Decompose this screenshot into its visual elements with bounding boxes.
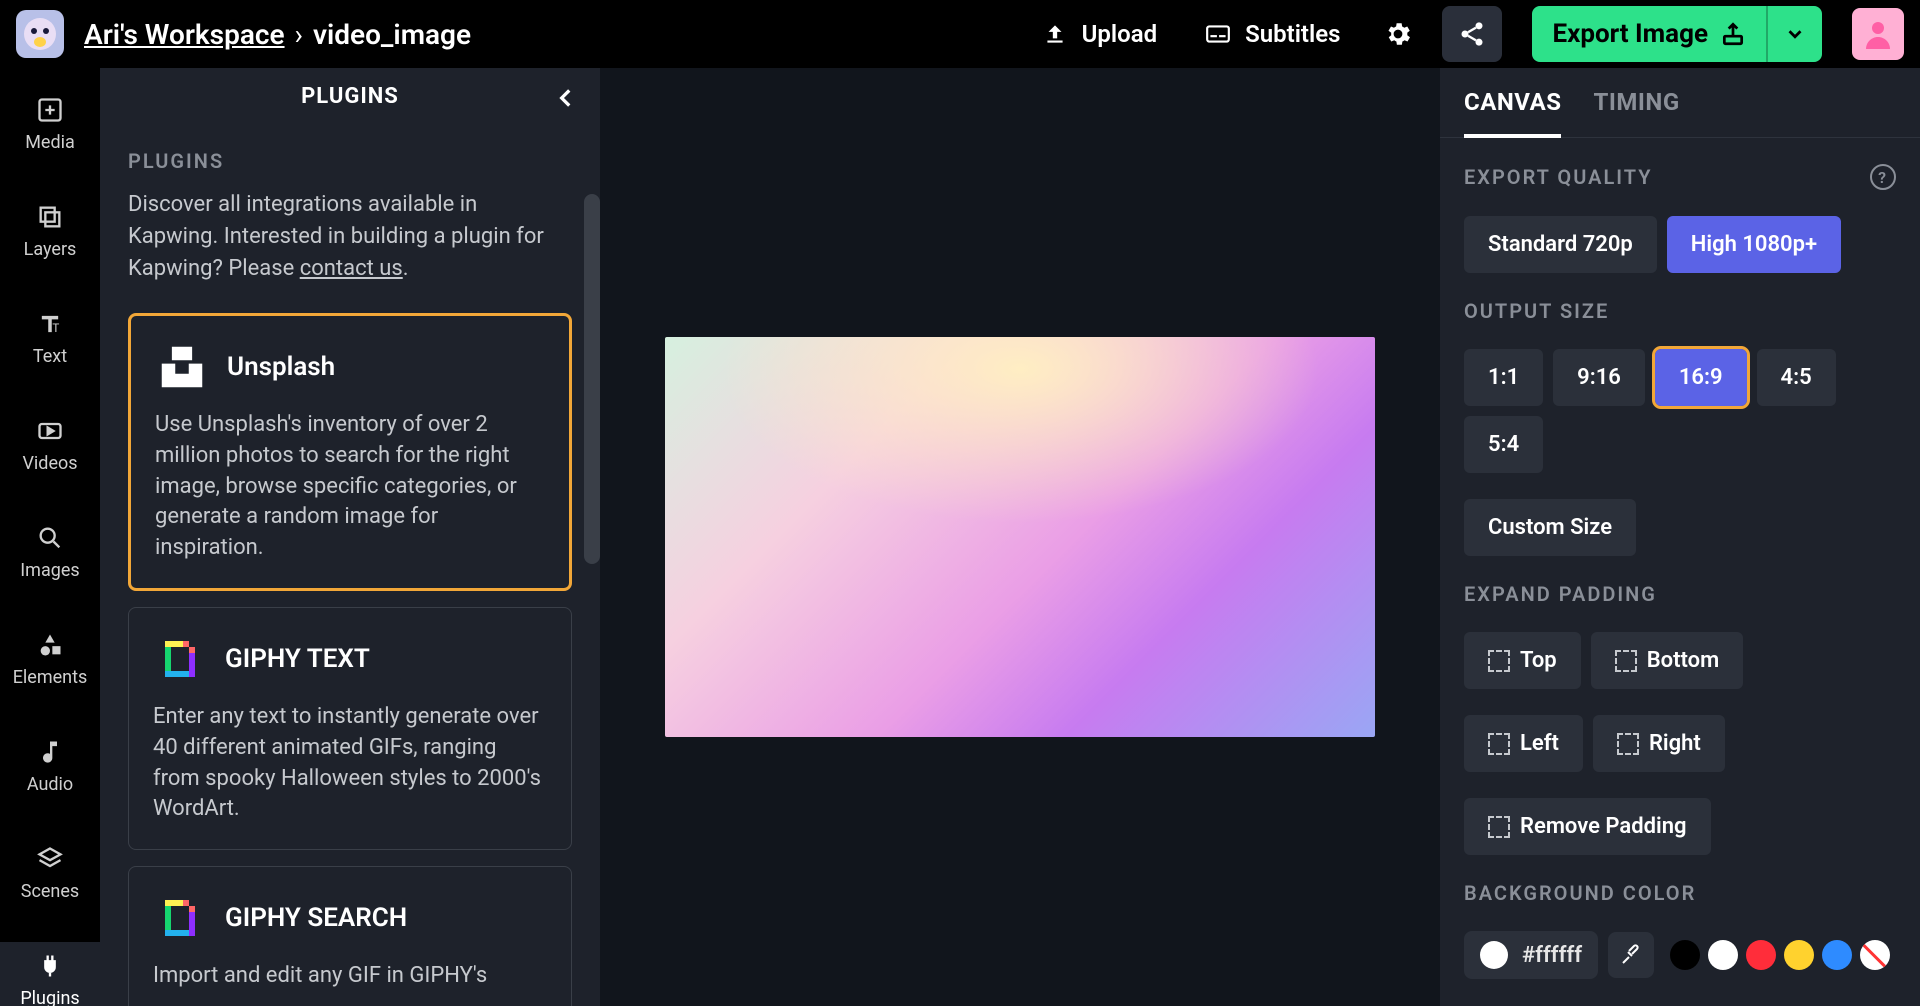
plugin-card-unsplash[interactable]: Unsplash Use Unsplash's inventory of ove… — [128, 313, 572, 591]
background-color-title: BACKGROUND COLOR — [1464, 881, 1896, 905]
plus-box-icon — [36, 96, 64, 124]
nav-plugins[interactable]: Plugins — [0, 942, 100, 1006]
plugin-card-giphy-search[interactable]: GIPHY SEARCH Import and edit any GIF in … — [128, 866, 572, 1006]
stack-icon — [36, 845, 64, 873]
tab-timing[interactable]: TIMING — [1593, 88, 1679, 137]
nav-layers[interactable]: Layers — [0, 193, 100, 270]
nav-images[interactable]: Images — [0, 514, 100, 591]
background-color-chip[interactable]: #ffffff — [1464, 931, 1598, 979]
plugin-name: GIPHY TEXT — [225, 644, 370, 674]
person-icon — [1860, 16, 1896, 52]
swatch-black[interactable] — [1670, 940, 1700, 970]
workspace-link[interactable]: Ari's Workspace — [84, 18, 285, 51]
custom-size-button[interactable]: Custom Size — [1464, 499, 1636, 556]
plugins-panel: PLUGINS PLUGINS Discover all integration… — [100, 68, 600, 1006]
layers-icon — [36, 203, 64, 231]
quality-standard[interactable]: Standard 720p — [1464, 216, 1657, 273]
export-dropdown[interactable] — [1766, 6, 1822, 62]
dashed-box-icon — [1615, 650, 1637, 672]
swatch-transparent[interactable] — [1860, 940, 1890, 970]
giphy-icon — [153, 632, 207, 686]
export-button[interactable]: Export Image — [1532, 6, 1766, 62]
remove-padding[interactable]: Remove Padding — [1464, 798, 1711, 855]
plug-icon — [36, 952, 64, 980]
music-note-icon — [36, 738, 64, 766]
giphy-icon — [153, 891, 207, 945]
dashed-box-icon — [1488, 733, 1510, 755]
panel-scrollbar[interactable] — [584, 194, 600, 564]
help-icon[interactable]: ? — [1870, 164, 1896, 190]
chevron-left-icon — [553, 85, 579, 111]
user-avatar[interactable] — [1852, 8, 1904, 60]
swatch-blue[interactable] — [1822, 940, 1852, 970]
expand-padding-title: EXPAND PADDING — [1464, 582, 1896, 606]
swatch-yellow[interactable] — [1784, 940, 1814, 970]
padding-top[interactable]: Top — [1464, 632, 1581, 689]
app-avatar — [16, 10, 64, 58]
top-header: Ari's Workspace › video_image Upload Sub… — [0, 0, 1920, 68]
output-size-title: OUTPUT SIZE — [1464, 299, 1896, 323]
dashed-box-icon — [1488, 650, 1510, 672]
canvas[interactable] — [665, 337, 1375, 737]
nav-scenes[interactable]: Scenes — [0, 835, 100, 912]
swatch-white[interactable] — [1708, 940, 1738, 970]
settings-button[interactable] — [1374, 10, 1422, 58]
video-icon — [36, 417, 64, 445]
project-name[interactable]: video_image — [313, 18, 471, 51]
tab-canvas[interactable]: CANVAS — [1464, 88, 1561, 138]
plugin-card-giphy-text[interactable]: GIPHY TEXT Enter any text to instantly g… — [128, 607, 572, 850]
panel-section-title: PLUGINS — [128, 149, 572, 173]
unsplash-icon — [155, 340, 209, 394]
ratio-9-16[interactable]: 9:16 — [1553, 349, 1645, 406]
quality-high[interactable]: High 1080p+ — [1667, 216, 1841, 273]
vertical-nav: Media Layers T Text Videos Images Elemen… — [0, 68, 100, 1006]
swatch-red[interactable] — [1746, 940, 1776, 970]
search-icon — [36, 524, 64, 552]
nav-text[interactable]: T Text — [0, 300, 100, 377]
upload-icon — [1042, 21, 1068, 47]
breadcrumb-separator: › — [295, 18, 303, 51]
color-swatches — [1670, 940, 1890, 970]
canvas-area[interactable] — [600, 68, 1440, 1006]
shapes-icon — [36, 631, 64, 659]
ratio-5-4[interactable]: 5:4 — [1464, 416, 1543, 473]
text-icon: T — [36, 310, 64, 338]
panel-description: Discover all integrations available in K… — [128, 189, 572, 285]
plugin-name: GIPHY SEARCH — [225, 903, 407, 933]
subtitles-icon — [1205, 21, 1231, 47]
ratio-4-5[interactable]: 4:5 — [1757, 349, 1836, 406]
subtitles-button[interactable]: Subtitles — [1191, 12, 1354, 56]
share-icon — [1458, 20, 1486, 48]
breadcrumb: Ari's Workspace › video_image — [84, 18, 471, 51]
gear-icon — [1383, 19, 1413, 49]
nav-elements[interactable]: Elements — [0, 621, 100, 698]
plugin-desc: Import and edit any GIF in GIPHY's — [153, 961, 547, 992]
dashed-box-icon — [1617, 733, 1639, 755]
nav-media[interactable]: Media — [0, 86, 100, 163]
ratio-16-9[interactable]: 16:9 — [1655, 349, 1747, 406]
plugin-desc: Use Unsplash's inventory of over 2 milli… — [155, 410, 545, 564]
plugin-name: Unsplash — [227, 352, 335, 382]
eyedropper-icon — [1619, 943, 1643, 967]
panel-collapse-button[interactable] — [546, 78, 586, 118]
properties-panel: CANVAS TIMING EXPORT QUALITY ? Standard … — [1440, 68, 1920, 1006]
export-quality-title: EXPORT QUALITY ? — [1464, 164, 1896, 190]
dashed-box-icon — [1488, 816, 1510, 838]
svg-text:T: T — [52, 321, 59, 335]
plugin-desc: Enter any text to instantly generate ove… — [153, 702, 547, 825]
padding-right[interactable]: Right — [1593, 715, 1725, 772]
export-icon — [1720, 21, 1746, 47]
ratio-1-1[interactable]: 1:1 — [1464, 349, 1543, 406]
contact-us-link[interactable]: contact us — [300, 256, 403, 281]
panel-title: PLUGINS — [301, 84, 399, 109]
padding-left[interactable]: Left — [1464, 715, 1583, 772]
share-button[interactable] — [1442, 6, 1502, 62]
current-color-swatch — [1480, 941, 1508, 969]
upload-button[interactable]: Upload — [1028, 12, 1171, 56]
nav-audio[interactable]: Audio — [0, 728, 100, 805]
chevron-down-icon — [1784, 23, 1806, 45]
padding-bottom[interactable]: Bottom — [1591, 632, 1744, 689]
eyedropper-button[interactable] — [1608, 932, 1654, 978]
nav-videos[interactable]: Videos — [0, 407, 100, 484]
